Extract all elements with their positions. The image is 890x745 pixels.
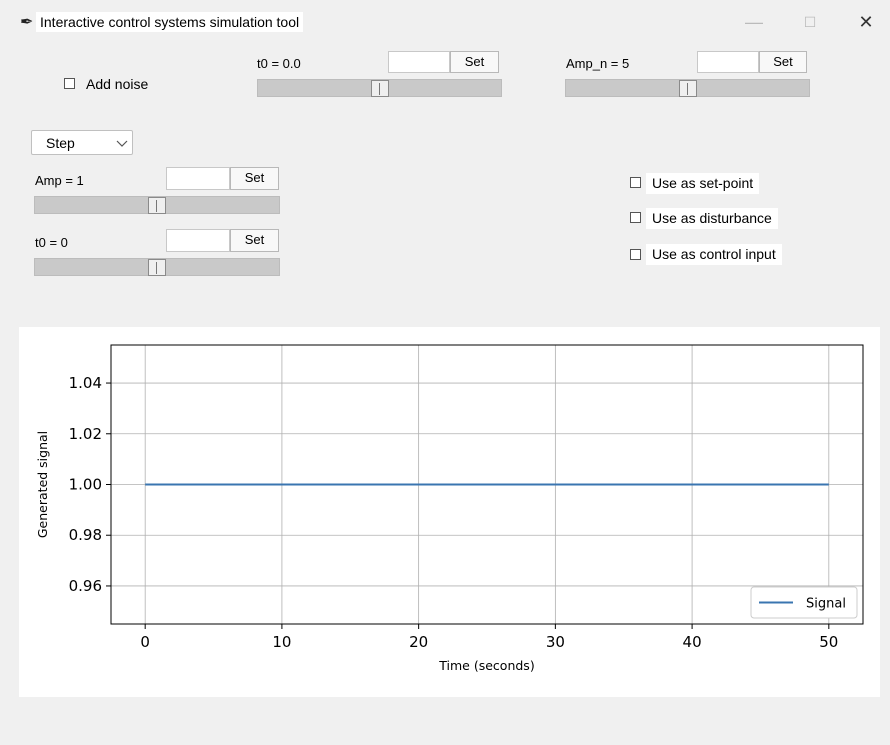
feather-icon: ✒ — [20, 14, 34, 31]
signal-t0-label: t0 = 0 — [35, 235, 68, 250]
y-tick-label: 0.98 — [69, 526, 102, 544]
minimize-icon: — — [745, 12, 763, 32]
amp-input[interactable] — [166, 167, 230, 190]
control-input-checkbox[interactable] — [630, 249, 641, 260]
signal-t0-input[interactable] — [166, 229, 230, 252]
x-tick-label: 30 — [546, 633, 565, 651]
chevron-down-icon — [116, 140, 128, 147]
title-bar: ✒ Interactive control systems simulation… — [0, 0, 890, 44]
noise-t0-label: t0 = 0.0 — [257, 56, 301, 71]
slider-thumb[interactable] — [678, 80, 697, 97]
amp-set-button[interactable]: Set — [230, 167, 279, 190]
amp-slider[interactable] — [34, 196, 280, 214]
y-axis-label: Generated signal — [35, 431, 50, 538]
maximize-button[interactable]: ☐ — [788, 8, 832, 36]
disturbance-checkbox[interactable] — [630, 212, 641, 223]
noise-t0-set-button[interactable]: Set — [450, 51, 499, 73]
minimize-button[interactable]: — — [732, 8, 776, 36]
slider-thumb[interactable] — [148, 259, 166, 276]
close-icon: ✕ — [858, 12, 874, 32]
x-tick-label: 50 — [819, 633, 838, 651]
signal-t0-slider[interactable] — [34, 258, 280, 276]
y-tick-label: 1.00 — [69, 476, 102, 494]
add-noise-label: Add noise — [86, 76, 149, 92]
slider-thumb[interactable] — [148, 197, 166, 214]
disturbance-label: Use as disturbance — [646, 208, 778, 229]
y-tick-label: 1.04 — [69, 374, 102, 392]
window-title: Interactive control systems simulation t… — [36, 12, 304, 32]
slider-thumb[interactable] — [370, 80, 389, 97]
signal-t0-set-button[interactable]: Set — [230, 229, 279, 252]
noise-amp-set-button[interactable]: Set — [759, 51, 807, 73]
legend-label: Signal — [806, 597, 846, 612]
setpoint-label: Use as set-point — [646, 173, 760, 194]
x-tick-label: 20 — [409, 633, 428, 651]
x-tick-label: 40 — [683, 633, 702, 651]
noise-amp-slider[interactable] — [565, 79, 810, 97]
plot-canvas: 0 10 20 30 40 50 0.96 0.98 1.00 1.02 1.04 Time (sec… — [19, 327, 880, 697]
x-tick-label: 10 — [272, 633, 291, 651]
noise-t0-slider[interactable] — [257, 79, 502, 97]
y-tick-label: 0.96 — [69, 577, 102, 595]
setpoint-checkbox[interactable] — [630, 177, 641, 188]
amp-label: Amp = 1 — [35, 173, 84, 188]
x-tick-label: 0 — [140, 633, 150, 651]
y-tick-label: 1.02 — [69, 425, 102, 443]
noise-t0-input[interactable] — [388, 51, 450, 73]
noise-amp-label: Amp_n = 5 — [566, 56, 630, 71]
control-input-label: Use as control input — [646, 244, 782, 265]
signal-type-select[interactable]: Step — [31, 130, 133, 155]
maximize-icon: ☐ — [803, 14, 817, 30]
x-axis-label: Time (seconds) — [438, 658, 534, 673]
signal-type-value: Step — [46, 135, 75, 151]
signal-chart: 0 10 20 30 40 50 0.96 0.98 1.00 1.02 1.04 Time (sec… — [35, 344, 864, 673]
noise-amp-input[interactable] — [697, 51, 759, 73]
add-noise-checkbox[interactable] — [64, 78, 75, 89]
close-button[interactable]: ✕ — [844, 8, 888, 36]
